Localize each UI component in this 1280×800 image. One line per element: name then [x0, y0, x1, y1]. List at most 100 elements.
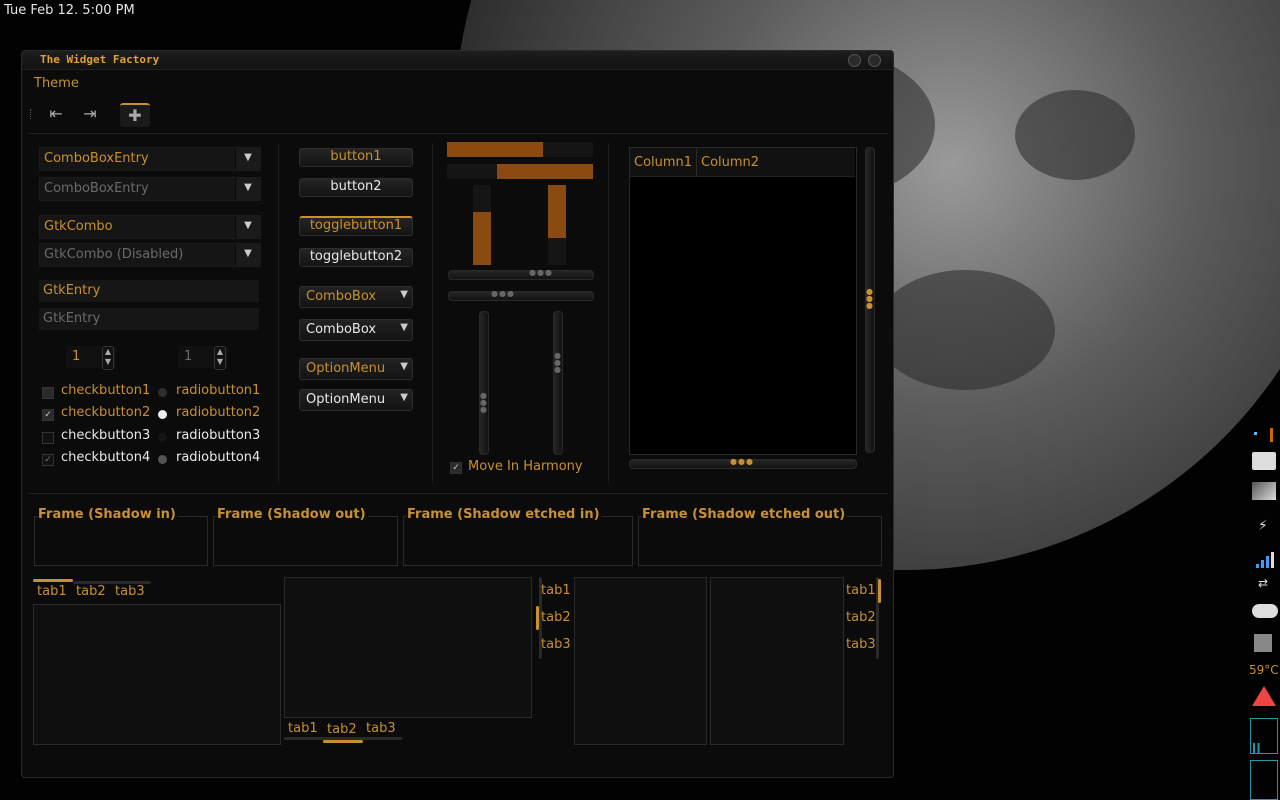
notebook-1-tab-2[interactable]: tab2 [76, 584, 106, 599]
checkbox-1-label[interactable]: checkbutton1 [61, 383, 150, 398]
scale-slider-handle[interactable]: ●●● [554, 352, 562, 374]
combo-box-1[interactable]: ComboBox ▼ [299, 286, 413, 308]
column-header-2[interactable]: Column2 [697, 148, 855, 177]
battery-icon[interactable] [1270, 428, 1273, 442]
notebook-4-tab-2[interactable]: tab2 [846, 610, 876, 625]
option-menu-2[interactable]: OptionMenu ▼ [299, 389, 413, 411]
combo-box-2-text[interactable]: ComboBox [306, 322, 376, 337]
progress-bar-vertical-2 [548, 185, 566, 265]
chevron-down-icon[interactable]: ▼ [235, 178, 260, 200]
display-icon[interactable] [1252, 482, 1276, 500]
radio-1-label[interactable]: radiobutton1 [176, 383, 260, 398]
frame-shadow-out-label: Frame (Shadow out) [217, 507, 368, 522]
combo-box-1-text[interactable]: ComboBox [306, 289, 376, 304]
toggle-button-2[interactable]: togglebutton2 [299, 248, 413, 267]
notebook-1-tab-3[interactable]: tab3 [115, 584, 145, 599]
gtk-entry-text[interactable]: GtkEntry [43, 283, 100, 298]
signal-bars-icon[interactable] [1254, 552, 1274, 568]
notebook-4-tab-1[interactable]: tab1 [846, 583, 876, 598]
spin-button-2-value: 1 [184, 349, 193, 364]
cpu-graph-icon[interactable] [1250, 718, 1278, 754]
cpu-chip-icon[interactable] [1254, 634, 1272, 652]
chevron-down-icon[interactable]: ▼ [235, 216, 260, 238]
notebook-2-tab-2[interactable]: tab2 [327, 722, 357, 737]
scrollbar-handle[interactable]: ●●● [730, 457, 754, 466]
button-1[interactable]: button1 [299, 148, 413, 167]
frame-shadow-etched-out: Frame (Shadow etched out) [638, 507, 882, 566]
scale-slider-handle[interactable]: ●●● [529, 268, 553, 277]
checkbox-4[interactable]: ✓ [42, 454, 54, 466]
radio-3[interactable] [158, 433, 167, 442]
spin-arrows-icon[interactable]: ▲ ▼ [102, 346, 114, 370]
checkbox-3[interactable] [42, 432, 54, 444]
harmony-checkbox[interactable]: ✓ [450, 462, 462, 474]
combo-box-entry-1-text[interactable]: ComboBoxEntry [44, 151, 149, 166]
notebook-3-tab-1[interactable]: tab1 [541, 583, 571, 598]
gtk-entry[interactable]: GtkEntry [39, 280, 259, 302]
radio-4[interactable] [158, 455, 167, 464]
chevron-down-icon[interactable]: ▼ [400, 392, 408, 403]
memory-graph-icon[interactable] [1250, 760, 1278, 800]
minimize-button[interactable] [848, 54, 861, 67]
radio-4-label[interactable]: radiobutton4 [176, 450, 260, 465]
horizontal-scale-2[interactable]: ●●● [448, 289, 594, 301]
add-icon[interactable]: ✚ [120, 103, 150, 127]
option-menu-1-text[interactable]: OptionMenu [306, 361, 385, 376]
tree-view[interactable]: Column1 Column2 [629, 147, 857, 455]
combo-box-entry-2-text[interactable]: ComboBoxEntry [44, 181, 149, 196]
calendar-icon[interactable] [1252, 452, 1276, 470]
notebook-4-tab-3[interactable]: tab3 [846, 637, 876, 652]
radio-2[interactable] [158, 410, 167, 419]
go-last-icon[interactable]: ⇥ [76, 103, 104, 125]
notebook-2-tab-1[interactable]: tab1 [288, 721, 318, 736]
network-icon[interactable]: ⇄ [1258, 576, 1274, 592]
progress-fill [496, 164, 593, 179]
radio-2-label[interactable]: radiobutton2 [176, 405, 260, 420]
vertical-scale-2[interactable]: ● ● ● [553, 311, 563, 455]
notebook-3-tab-3[interactable]: tab3 [541, 637, 571, 652]
checkbox-3-label[interactable]: checkbutton3 [61, 428, 150, 443]
scale-slider-handle[interactable]: ●●● [491, 289, 515, 298]
horizontal-scrollbar[interactable]: ●●● [629, 457, 857, 469]
checkbox-2-label[interactable]: checkbutton2 [61, 405, 150, 420]
option-menu-2-text[interactable]: OptionMenu [306, 392, 385, 407]
harmony-label[interactable]: Move In Harmony [468, 459, 583, 474]
notebook-3-tab-2[interactable]: tab2 [541, 610, 571, 625]
chevron-down-icon[interactable]: ▼ [400, 289, 408, 300]
gtk-combo-text[interactable]: GtkCombo [44, 219, 113, 234]
weather-cloud-icon[interactable] [1252, 604, 1278, 618]
combo-box-entry-1[interactable]: ComboBoxEntry ▼ [39, 147, 261, 171]
chevron-down-icon[interactable]: ▼ [400, 361, 408, 372]
scale-slider-handle[interactable]: ●●● [480, 392, 488, 414]
notebook-2-page [284, 577, 532, 718]
notebook-1-tab-1[interactable]: tab1 [37, 584, 67, 599]
close-button[interactable] [868, 54, 881, 67]
column-header-1[interactable]: Column1 [630, 148, 697, 177]
notebook-2-tab-3[interactable]: tab3 [366, 721, 396, 736]
combo-box-2[interactable]: ComboBox ▼ [299, 319, 413, 341]
button-2[interactable]: button2 [299, 178, 413, 197]
chevron-down-icon[interactable]: ▼ [400, 322, 408, 333]
gtk-combo[interactable]: GtkCombo ▼ [39, 215, 261, 239]
power-plug-icon[interactable]: ⚡ [1258, 518, 1270, 536]
spin-button-1[interactable]: 1 ▲ ▼ [66, 346, 116, 370]
option-menu-1[interactable]: OptionMenu ▼ [299, 358, 413, 380]
window-titlebar[interactable]: The Widget Factory [22, 51, 893, 70]
radio-3-label[interactable]: radiobutton3 [176, 428, 260, 443]
radio-1[interactable] [158, 388, 167, 397]
spin-button-1-value[interactable]: 1 [72, 349, 80, 364]
chevron-down-icon[interactable]: ▼ [235, 148, 260, 170]
checkbox-4-label[interactable]: checkbutton4 [61, 450, 150, 465]
frame-shadow-in-label: Frame (Shadow in) [38, 507, 178, 522]
vertical-scale-1[interactable]: ● ● ● [479, 311, 489, 455]
go-first-icon[interactable]: ⇤ [42, 103, 70, 125]
toolbar-handle[interactable] [30, 109, 33, 119]
checkbox-2[interactable]: ✓ [42, 409, 54, 421]
vertical-scrollbar[interactable]: ● ● ● [865, 147, 875, 453]
checkbox-1[interactable] [42, 387, 54, 399]
horizontal-scale-1[interactable]: ●●● [448, 268, 594, 280]
combo-box-entry-2[interactable]: ComboBoxEntry ▼ [39, 177, 261, 201]
toggle-button-1[interactable]: togglebutton1 [299, 216, 413, 236]
menu-theme[interactable]: Theme [34, 76, 79, 91]
scrollbar-handle[interactable]: ●●● [866, 288, 874, 310]
